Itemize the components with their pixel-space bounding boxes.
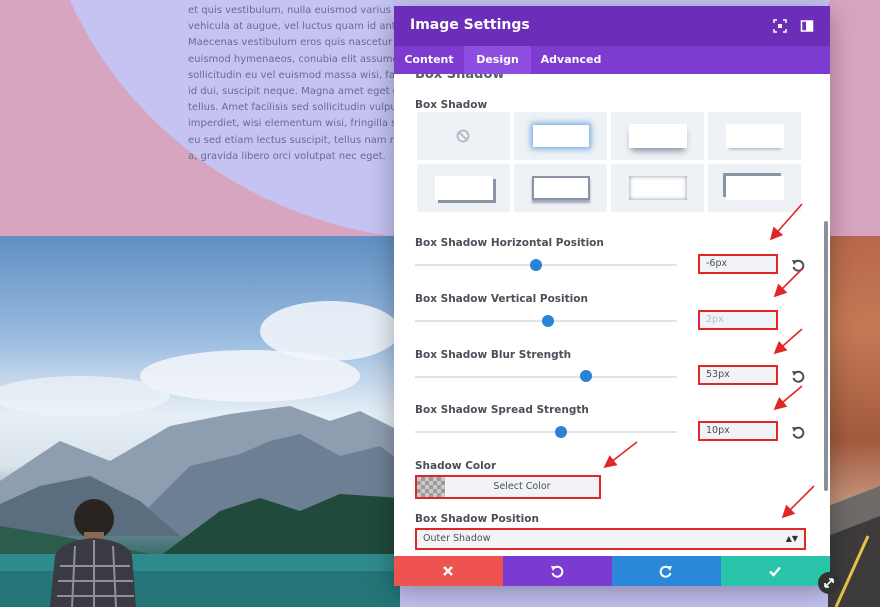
road-photo [828,236,880,607]
mountain-scene [0,301,400,607]
shadow-position-value: Outer Shadow [423,533,491,544]
tab-bar: Content Design Advanced [394,46,830,74]
preset-swatch [532,176,590,200]
check-icon [769,566,781,577]
select-arrows-icon: ▲▼ [785,534,798,543]
body-text-line: euismod hymenaeos, conubia elit assumend… [188,53,403,65]
preset-offset-left[interactable] [708,164,801,212]
body-text-line: et quis vestibulum, nulla euismod varius [188,5,391,16]
preset-outline[interactable] [514,164,607,212]
body-text-line: imperdiet, wisi elementum wisi, fringill… [188,118,403,130]
blur-strength-slider[interactable] [415,376,677,378]
shadow-position-label: Box Shadow Position [415,513,539,525]
undo-icon [551,565,564,578]
resize-handle[interactable] [818,572,840,594]
reset-icon[interactable] [791,369,805,383]
body-text-line: tellus. Amet facilisis sed sollicitudin … [188,102,403,114]
vertical-position-thumb[interactable] [542,315,554,327]
blur-strength-input[interactable]: 53px [698,365,778,385]
mountain-lake-photo [0,236,400,607]
modal-title: Image Settings [410,17,530,33]
shadow-color-label: Shadow Color [415,460,497,472]
horizontal-position-input[interactable]: -6px [698,254,778,274]
undo-button[interactable] [503,556,612,586]
reset-icon[interactable] [791,425,805,439]
body-text-line: Maecenas vestibulum eros quis nascetur [188,37,393,49]
select-color-button[interactable]: Select Color [415,475,601,499]
blur-strength-label: Box Shadow Blur Strength [415,349,572,361]
select-color-label: Select Color [493,481,551,492]
horizontal-position-slider[interactable] [415,264,677,266]
save-button[interactable] [721,556,830,586]
close-icon [443,566,453,576]
shadow-position-select[interactable]: Outer Shadow ▲▼ [415,528,806,550]
preset-swatch [435,176,493,200]
preset-swatch [629,124,687,148]
preset-inset[interactable] [611,164,704,212]
preset-offset-right[interactable] [417,164,510,212]
road-scene [828,486,880,607]
tab-content[interactable]: Content [394,46,464,74]
settings-panel: Box Shadow Box Shadow Box Shadow Horizon… [394,74,830,556]
box-shadow-label: Box Shadow [415,99,488,111]
vertical-position-input[interactable]: 2px [698,310,778,330]
preset-soft-bottom[interactable] [708,112,801,160]
body-text-line: a, gravida libero orci volutpat nec eget… [188,150,386,162]
spread-strength-slider[interactable] [415,431,677,433]
preset-none[interactable] [417,112,510,160]
body-text-line: id dui, suscipit neque. Magna amet eget … [188,86,403,98]
box-shadow-presets [417,112,803,214]
blur-strength-thumb[interactable] [580,370,592,382]
body-text-line: sollicitudin eu vel euismod massa wisi, … [188,69,403,81]
expand-icon[interactable] [772,18,788,34]
sidebar-toggle-icon[interactable] [799,18,815,34]
preset-swatch [532,124,590,148]
cancel-button[interactable] [394,556,503,586]
panel-scrollbar[interactable] [824,221,828,491]
redo-icon [659,565,672,578]
tab-design[interactable]: Design [464,46,531,74]
spread-strength-thumb[interactable] [555,426,567,438]
modal-header: Image Settings [394,6,830,46]
vertical-position-label: Box Shadow Vertical Position [415,293,588,305]
preset-bottom-shadow[interactable] [611,112,704,160]
tab-advanced[interactable]: Advanced [531,46,611,74]
redo-button[interactable] [612,556,721,586]
section-heading: Box Shadow [415,74,505,82]
spread-strength-input[interactable]: 10px [698,421,778,441]
preset-swatch [726,176,784,200]
preset-swatch [629,176,687,200]
preset-glow[interactable] [514,112,607,160]
horizontal-position-label: Box Shadow Horizontal Position [415,237,604,249]
reset-icon[interactable] [791,258,805,272]
body-text: et quis vestibulum, nulla euismod varius… [188,3,403,165]
no-shadow-icon [456,129,470,143]
resize-icon [824,578,834,588]
spread-strength-label: Box Shadow Spread Strength [415,404,589,416]
preset-swatch [726,124,784,148]
horizontal-position-thumb[interactable] [530,259,542,271]
transparent-swatch [417,477,445,497]
image-settings-modal: Image Settings Content Design Advanced B… [394,6,830,586]
modal-footer [394,556,830,586]
body-text-line: vehicula at augue, vel luctus quam id an… [188,21,403,33]
body-text-line: eu sed etiam lectus suscipit, tellus nam… [188,134,403,146]
